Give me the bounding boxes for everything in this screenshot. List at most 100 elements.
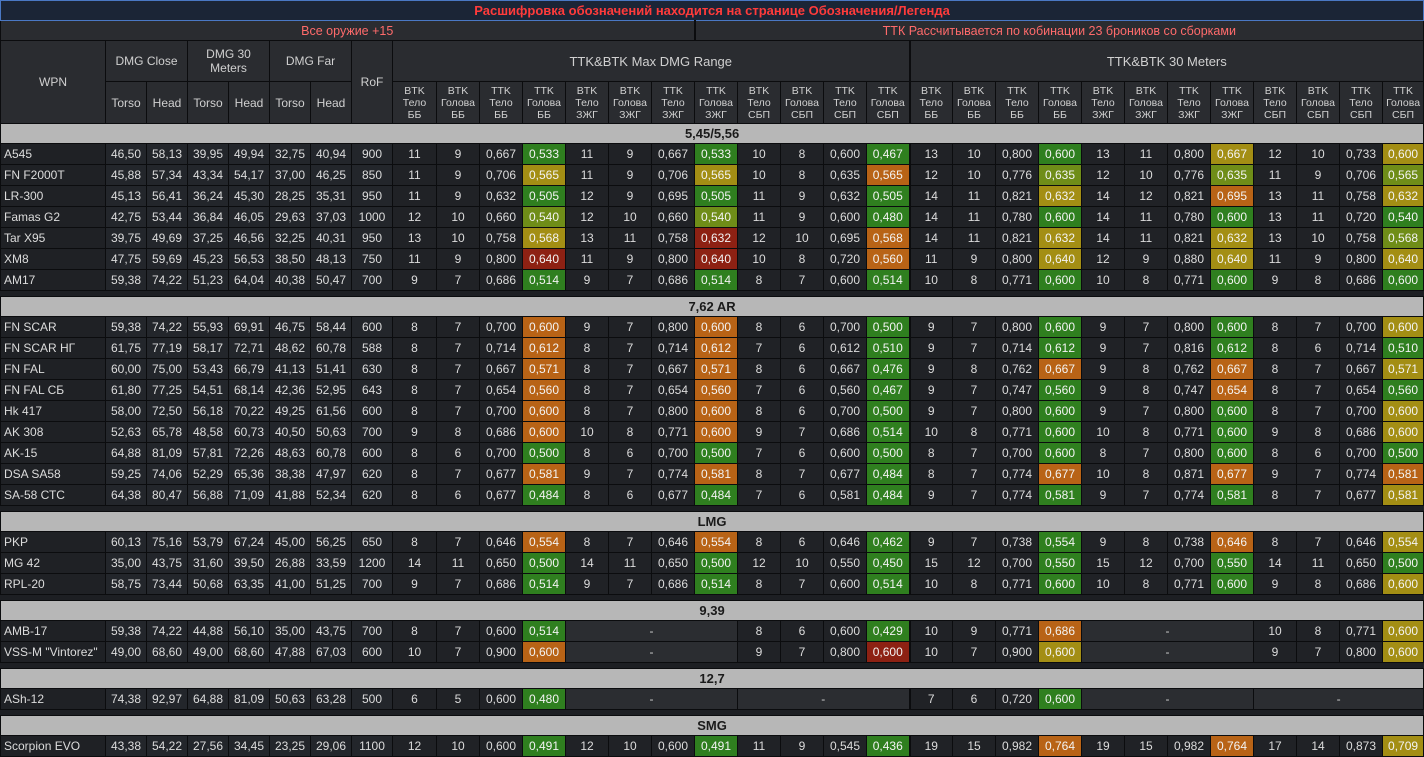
m30-cell: 0,800 — [1339, 641, 1383, 663]
max-range-empty: - — [565, 620, 738, 642]
rof-value: 1000 — [351, 206, 393, 228]
m30-cell: 10 — [1296, 143, 1340, 165]
dmg-value: 53,44 — [146, 206, 188, 228]
m30-cell: 0,871 — [1167, 463, 1211, 485]
m30-cell: 9 — [952, 248, 996, 270]
m30-cell: 0,560 — [1038, 379, 1082, 401]
m30-cell: 0,612 — [1038, 337, 1082, 359]
header-head-close: Head — [146, 81, 188, 124]
header-max-9: BTK Голова СБП — [780, 81, 824, 124]
max-range-cell: 0,540 — [522, 206, 566, 228]
max-range-cell: 0,568 — [522, 227, 566, 249]
m30-cell: 8 — [1124, 269, 1168, 291]
dmg-value: 60,00 — [105, 358, 147, 380]
rof-value: 950 — [351, 227, 393, 249]
m30-cell: 14 — [1296, 735, 1340, 757]
weapon-name: Scorpion EVO — [0, 735, 106, 757]
m30-cell: 8 — [1253, 379, 1297, 401]
m30-cell: 0,600 — [1210, 316, 1254, 338]
weapon-name: A545 — [0, 143, 106, 165]
header-line: Голова — [527, 96, 561, 109]
m30-cell: 0,600 — [1381, 316, 1424, 338]
dmg-value: 64,38 — [105, 484, 147, 506]
max-range-cell: 7 — [608, 316, 652, 338]
m30-cell: 12 — [1124, 552, 1168, 574]
max-range-cell: 0,667 — [479, 143, 523, 165]
m30-cell: 8 — [1296, 269, 1340, 291]
m30-cell: 0,776 — [995, 164, 1039, 186]
max-range-cell: 0,600 — [651, 735, 695, 757]
max-range-cell: 11 — [608, 227, 652, 249]
header-line: BTK — [1135, 84, 1157, 97]
max-range-cell: 0,714 — [479, 337, 523, 359]
dmg-value: 32,75 — [269, 143, 311, 165]
max-range-cell: 11 — [436, 552, 480, 574]
m30-cell: 7 — [1124, 484, 1168, 506]
max-range-cell: 0,500 — [522, 442, 566, 464]
weapon-row: FN SCAR НГ 61,75 77,19 58,17 72,71 48,62 60,78… — [0, 337, 1424, 359]
section-title: 9,39 — [0, 600, 1424, 621]
max-range-cell: 8 — [737, 620, 781, 642]
m30-cell: 14 — [908, 206, 953, 228]
dmg-value: 35,00 — [269, 620, 311, 642]
m30-cell: 0,667 — [1339, 358, 1383, 380]
max-range-cell: 7 — [608, 573, 652, 595]
max-range-cell: 0,600 — [522, 400, 566, 422]
max-range-cell: 9 — [392, 269, 437, 291]
m30-cell: 0,640 — [1381, 248, 1424, 270]
section-header: SMG — [0, 715, 1424, 736]
max-range-empty: - — [565, 688, 738, 710]
max-range-cell: 7 — [780, 641, 824, 663]
max-range-cell: 11 — [392, 164, 437, 186]
m30-cell: 8 — [1253, 484, 1297, 506]
m30-cell: 8 — [908, 442, 953, 464]
max-range-cell: 0,480 — [522, 688, 566, 710]
weapon-name: AMB-17 — [0, 620, 106, 642]
header-line: Голова — [870, 96, 905, 109]
m30-cell: 0,612 — [1210, 337, 1254, 359]
m30-cell: 0,800 — [1167, 442, 1211, 464]
header-30m-7: TTK Голова ЗЖГ — [1210, 81, 1254, 124]
m30-cell: 0,554 — [1381, 531, 1424, 553]
m30-cell: 10 — [908, 573, 953, 595]
m30-cell: 8 — [1253, 337, 1297, 359]
m30-cell: 8 — [1124, 531, 1168, 553]
max-range-cell: 12 — [392, 735, 437, 757]
max-range-cell: 7 — [436, 531, 480, 553]
dmg-value: 48,62 — [269, 337, 311, 359]
m30-cell: 0,776 — [1167, 164, 1211, 186]
dmg-value: 34,45 — [228, 735, 270, 757]
dmg-value: 66,79 — [228, 358, 270, 380]
max-range-cell: 9 — [608, 248, 652, 270]
max-range-cell: 6 — [780, 379, 824, 401]
header-max-10: TTK Тело СБП — [823, 81, 867, 124]
max-range-cell: 6 — [780, 358, 824, 380]
rof-value: 650 — [351, 531, 393, 553]
max-range-cell: 9 — [780, 206, 824, 228]
m30-cell: 7 — [1296, 484, 1340, 506]
max-range-cell: 0,677 — [479, 484, 523, 506]
dmg-value: 74,22 — [146, 620, 188, 642]
m30-cell: 11 — [1296, 552, 1340, 574]
max-range-cell: 0,491 — [694, 735, 738, 757]
weapon-row: RPL-20 58,75 73,44 50,68 63,35 41,00 51,25 700 9… — [0, 573, 1424, 595]
max-range-cell: 9 — [608, 164, 652, 186]
m30-cell: 0,540 — [1381, 206, 1424, 228]
rof-value: 620 — [351, 484, 393, 506]
m30-cell: 0,800 — [1167, 400, 1211, 422]
max-range-cell: 8 — [392, 358, 437, 380]
max-range-cell: 10 — [780, 552, 824, 574]
dmg-value: 53,43 — [187, 358, 229, 380]
max-range-cell: 8 — [780, 248, 824, 270]
max-range-cell: 0,646 — [651, 531, 695, 553]
header-dmg-30: DMG 30 Meters — [187, 40, 270, 82]
m30-cell: 0,714 — [995, 337, 1039, 359]
dmg-value: 74,22 — [146, 316, 188, 338]
max-range-cell: 8 — [392, 442, 437, 464]
max-range-cell: 0,677 — [823, 463, 867, 485]
m30-cell: 8 — [1124, 573, 1168, 595]
header-max-4: BTK Тело ЗЖГ — [565, 81, 609, 124]
weapon-name: FN SCAR НГ — [0, 337, 106, 359]
max-range-cell: 0,600 — [823, 143, 867, 165]
max-range-cell: 7 — [737, 337, 781, 359]
